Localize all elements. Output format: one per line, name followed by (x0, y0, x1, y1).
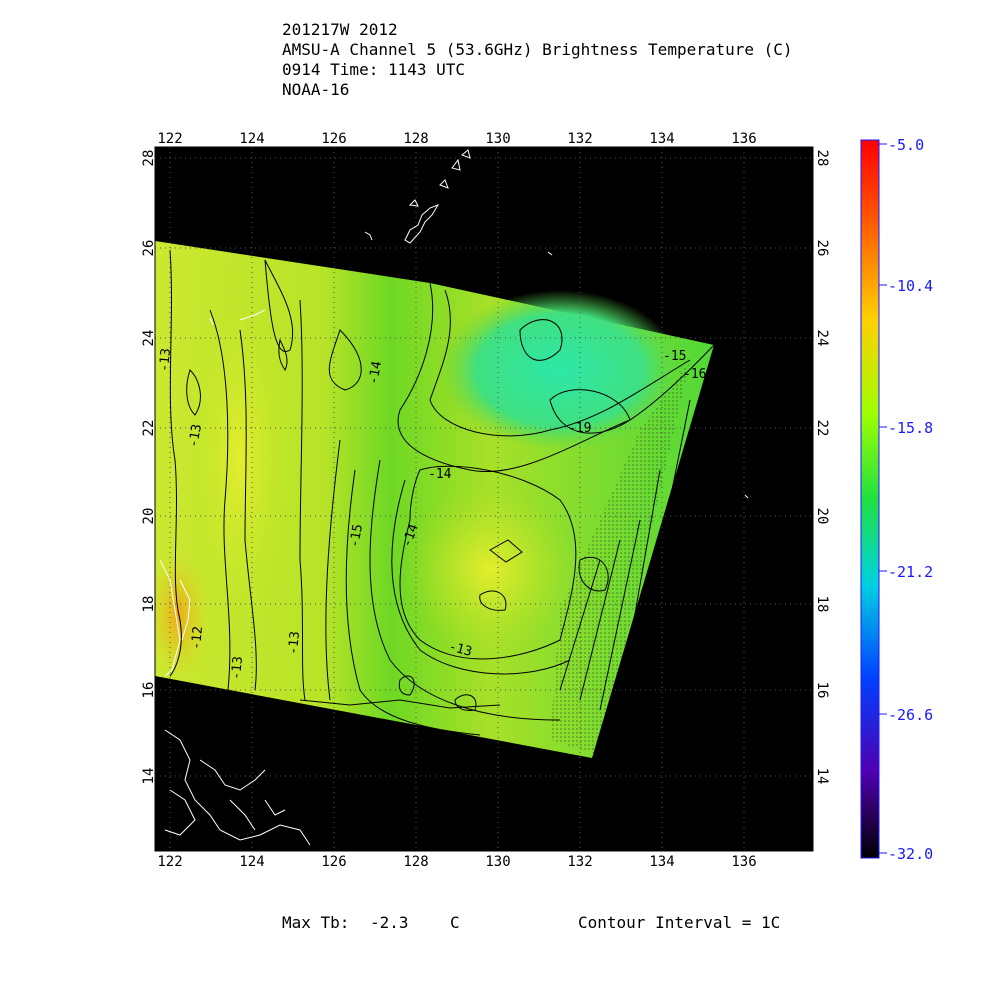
contour-label: -15 (663, 349, 686, 364)
lon-tick-label: 134 (649, 854, 674, 870)
lat-tick-label: 22 (814, 420, 830, 437)
lat-tick-label: 14 (814, 768, 830, 785)
lat-tick-label: 24 (814, 330, 830, 347)
lon-tick-label: 126 (321, 131, 346, 147)
lat-tick-label: 20 (141, 508, 157, 525)
lon-tick-label: 130 (485, 854, 510, 870)
lon-tick-label: 136 (731, 131, 756, 147)
contour-label: -13 (157, 348, 174, 373)
lon-ticks-bottom: 122 124 126 128 130 132 134 136 (157, 854, 756, 870)
lat-tick-label: 28 (141, 150, 157, 167)
colorbar-label: -26.6 (888, 706, 933, 724)
lon-tick-label: 136 (731, 854, 756, 870)
lon-tick-label: 134 (649, 131, 674, 147)
colorbar-label: -5.0 (888, 136, 924, 154)
colorbar-label: -21.2 (888, 563, 933, 581)
colorbar-labels: -5.0 -10.4 -15.8 -21.2 -26.6 -32.0 (888, 136, 933, 863)
lat-tick-label: 24 (141, 330, 157, 347)
lat-tick-label: 18 (141, 596, 157, 613)
lon-tick-label: 128 (403, 854, 428, 870)
lat-tick-label: 16 (814, 682, 830, 699)
contour-interval: Contour Interval = 1C (578, 913, 781, 932)
lat-tick-label: 26 (141, 240, 157, 257)
lon-ticks-top: 122 124 126 128 130 132 134 136 (157, 131, 756, 147)
contour-label: -16 (683, 367, 706, 382)
lon-tick-label: 132 (567, 131, 592, 147)
colorbar-label: -32.0 (888, 845, 933, 863)
contour-label: -19 (568, 421, 591, 436)
lon-tick-label: 126 (321, 854, 346, 870)
contour-label: -12 (189, 626, 206, 651)
lon-tick-label: 124 (239, 854, 264, 870)
lat-tick-label: 22 (141, 420, 157, 437)
lon-tick-label: 130 (485, 131, 510, 147)
lat-tick-label: 28 (814, 150, 830, 167)
lon-tick-label: 128 (403, 131, 428, 147)
lat-tick-label: 16 (141, 682, 157, 699)
contour-label: -13 (286, 631, 303, 656)
lat-ticks-right: 28 26 24 22 20 18 16 14 (814, 150, 830, 785)
lon-tick-label: 122 (157, 854, 182, 870)
lat-tick-label: 14 (141, 768, 157, 785)
lon-tick-label: 132 (567, 854, 592, 870)
colorbar (860, 139, 880, 859)
max-tb-unit: C (450, 913, 460, 932)
max-tb-label: Max Tb: (282, 913, 350, 932)
map-figure: -13 -13 -14 -14 -15 -14 -19 -13 -12 -13 … (141, 131, 933, 870)
colorbar-label: -10.4 (888, 277, 933, 295)
max-tb-value: -2.3 (370, 913, 409, 932)
lat-tick-label: 18 (814, 596, 830, 613)
contour-label: -13 (229, 656, 246, 681)
lon-tick-label: 124 (239, 131, 264, 147)
colorbar-ticks (879, 143, 887, 854)
lat-tick-label: 20 (814, 508, 830, 525)
lon-tick-label: 122 (157, 131, 182, 147)
contour-label: -14 (428, 467, 452, 482)
colorbar-label: -15.8 (888, 419, 933, 437)
warm-region (405, 485, 575, 655)
lat-tick-label: 26 (814, 240, 830, 257)
